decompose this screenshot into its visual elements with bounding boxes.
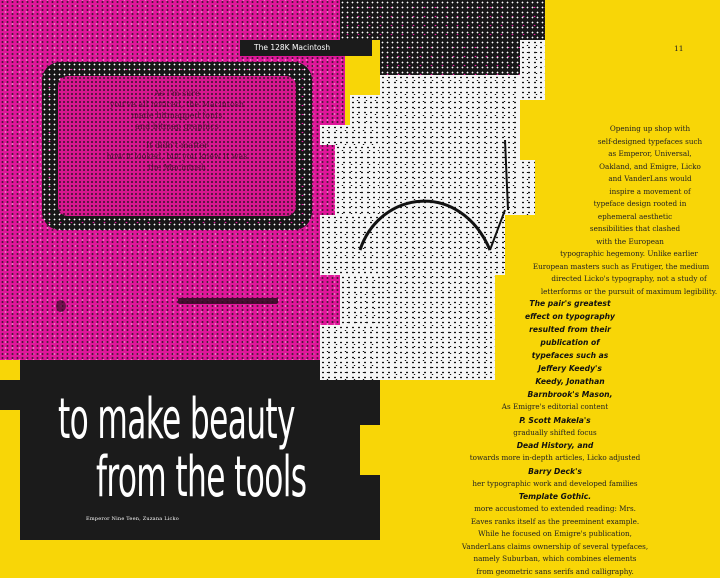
page-number: 11 — [674, 44, 684, 53]
body-text-top: Opening up shop with self-designed typef… — [532, 124, 718, 296]
headline-panel-step-1 — [0, 380, 20, 410]
dither-white-right-step-1 — [520, 40, 545, 100]
top-dark-band — [340, 0, 545, 40]
dither-white-step-1 — [350, 95, 380, 125]
floppy-slot — [178, 298, 278, 304]
headline-panel-step-2 — [320, 380, 380, 425]
apple-logo — [56, 300, 66, 312]
screen-text: As I'm sure you've all noticed, the Maci… — [106, 89, 248, 172]
headline-panel-step-3 — [320, 425, 360, 475]
dither-white-step-6 — [320, 325, 380, 380]
yellow-left-notch — [0, 360, 20, 380]
headline-panel-step-4 — [320, 475, 380, 540]
image-credit: Emperor Nine Teen, Zuzana Licko — [86, 516, 179, 522]
pull-quote: The pair's greatest effect on typography… — [525, 299, 615, 399]
section-label: The 128K Macintosh — [254, 43, 331, 52]
headline-line-1: to make beauty — [58, 387, 295, 452]
body-text-bottom: As Emigre's editorial content P. Scott M… — [461, 402, 649, 576]
headline-line-2: from the tools — [96, 445, 307, 510]
macintosh-screen: As I'm sure you've all noticed, the Maci… — [58, 76, 296, 216]
